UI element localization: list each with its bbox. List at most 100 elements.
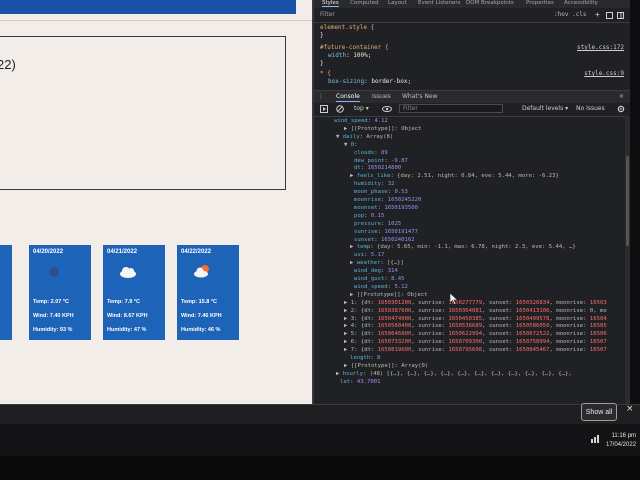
close-drawer-button[interactable]: × — [619, 93, 624, 100]
issues-counter[interactable]: No Issues — [576, 105, 605, 112]
tab-console[interactable]: Console — [336, 93, 360, 102]
console-scrollbar[interactable] — [625, 116, 630, 404]
console-line[interactable]: ▶ hourly: (48) [{…}, {…}, {…}, {…}, {…},… — [336, 371, 572, 378]
tab-properties[interactable]: Properties — [526, 0, 554, 6]
style-source-link-172[interactable]: style.css:172 — [577, 44, 624, 51]
styles-filter-input[interactable]: Filter — [320, 11, 335, 18]
console-line[interactable]: moonset: 1650193500 — [354, 205, 418, 212]
scrollbar-thumb[interactable] — [626, 156, 629, 246]
forecast-wind: Wind: 7.46 KPH — [181, 313, 222, 319]
console-line[interactable]: ▶ [[Prototype]]: Object — [344, 126, 421, 133]
network-icon[interactable] — [591, 433, 601, 443]
tab-whats-new[interactable]: What's New — [402, 93, 438, 100]
console-token: 1650474000 — [377, 315, 412, 322]
console-token: , sunrise: — [411, 339, 449, 346]
element-style-rule[interactable]: element.style { — [320, 24, 374, 31]
show-all-downloads-button[interactable]: Show all — [581, 403, 617, 421]
console-line[interactable]: ▼ daily: Array(8) — [336, 134, 393, 141]
console-line[interactable]: lat: 43.7001 — [340, 379, 380, 386]
forecast-humidity: Humidity: 47 % — [107, 327, 147, 333]
universal-selector[interactable]: * { — [320, 70, 331, 77]
close-download-shelf-button[interactable]: × — [626, 404, 634, 414]
tab-event-listeners[interactable]: Event Listeners — [418, 0, 461, 6]
console-line[interactable]: wind_gust: 8.45 — [354, 276, 405, 283]
tab-styles[interactable]: Styles — [322, 0, 339, 7]
console-line[interactable]: clouds: 89 — [354, 150, 388, 157]
console-line[interactable]: pressure: 1025 — [354, 221, 401, 228]
sun-cloud-icon — [194, 265, 209, 278]
tab-dom-breakpoints[interactable]: DOM Breakpoints — [466, 0, 514, 6]
console-output[interactable]: wind_speed: 4.12 ▶ [[Prototype]]: Object ▼… — [314, 116, 624, 404]
console-token: : — [364, 212, 371, 219]
new-rule-button[interactable]: + — [595, 10, 600, 19]
console-token: , sunset: — [482, 299, 516, 306]
drawer-menu-icon[interactable]: ⋮ — [318, 93, 324, 100]
console-line[interactable]: wind_deg: 314 — [354, 268, 398, 275]
console-line[interactable]: wind_speed: 5.12 — [354, 284, 408, 291]
sidebar-icon[interactable] — [320, 105, 328, 113]
tab-accessibility[interactable]: Accessibility — [564, 0, 598, 6]
element-state-icon[interactable] — [606, 12, 613, 19]
tab-issues[interactable]: Issues — [372, 93, 391, 100]
console-token: : {day: 5.65, min: -1.1, max: 6.78, nigh… — [370, 244, 576, 251]
console-token: , sunrise: — [411, 347, 449, 354]
console-line[interactable]: ▶ feels_like: {day: 2.51, night: 0.84, e… — [350, 173, 559, 180]
console-token: ▶ 2: {dt: — [344, 307, 378, 314]
console-token: ▶ 3: {dt: — [344, 315, 378, 322]
sidebar-toggle-icon[interactable] — [617, 12, 624, 19]
console-token: : {day: 2.51, night: 0.84, eve: 5.44, mo… — [390, 173, 559, 180]
console-token: 5.17 — [370, 252, 385, 259]
console-token: ▶ [[Prototype]]: Object — [344, 125, 422, 132]
console-token: : — [350, 378, 357, 385]
console-token: daily — [342, 133, 360, 140]
console-settings-gear-icon[interactable] — [617, 105, 625, 113]
console-line[interactable]: moon_phase: 0.53 — [354, 189, 408, 196]
console-line[interactable]: ▶ [[Prototype]]: Object — [350, 292, 427, 299]
console-line[interactable]: ▶ temp: {day: 5.65, min: -1.1, max: 6.78… — [350, 244, 576, 251]
console-line[interactable]: ▶ 7: {dt: 1650819600, sunrise: 165079560… — [344, 347, 607, 354]
tab-computed[interactable]: Computed — [350, 0, 379, 6]
tab-layout[interactable]: Layout — [388, 0, 407, 6]
console-line[interactable]: ▶ [[Prototype]]: Array(0) — [344, 363, 428, 370]
console-line[interactable]: uvi: 5.17 — [354, 252, 384, 259]
console-line[interactable]: moonrise: 1650245220 — [354, 197, 421, 204]
console-filter-input[interactable]: Filter — [399, 104, 503, 113]
console-line[interactable]: ▶ 2: {dt: 1650387600, sunrise: 165036408… — [344, 308, 607, 315]
console-line[interactable]: ▶ 1: {dt: 1650301200, sunrise: 165027777… — [344, 300, 607, 307]
console-line[interactable]: length: 8 — [350, 355, 380, 362]
live-expression-eye-icon[interactable] — [382, 106, 392, 112]
console-line[interactable]: dew_point: -9.87 — [354, 158, 408, 165]
console-line[interactable]: ▶ weather: [{…}] — [350, 260, 404, 267]
width-declaration[interactable]: width: 100%; — [328, 52, 371, 59]
console-line[interactable]: humidity: 32 — [354, 181, 394, 188]
console-token: 0.15 — [370, 212, 385, 219]
console-token: , sunrise: — [411, 323, 449, 330]
context-selector[interactable]: top ▾ — [354, 105, 369, 112]
console-token: wind_speed — [334, 118, 368, 124]
console-line[interactable]: ▼ 0: — [344, 142, 358, 149]
console-token: 1650240162 — [380, 236, 415, 243]
console-line[interactable]: ▶ 3: {dt: 1650474000, sunrise: 165045038… — [344, 316, 607, 323]
console-line[interactable]: pop: 0.15 — [354, 213, 384, 220]
clear-console-icon[interactable] — [336, 105, 344, 113]
hov-cls-toggle[interactable]: :hov .cls — [554, 11, 587, 18]
console-token: 16507 — [589, 347, 607, 354]
console-token: ▼ — [336, 133, 343, 140]
console-line[interactable]: sunset: 1650240162 — [354, 237, 415, 244]
page-header-bar — [0, 0, 296, 14]
box-sizing-declaration[interactable]: box-sizing: border-box; — [328, 78, 411, 85]
style-source-link-9[interactable]: style.css:9 — [584, 70, 624, 77]
log-levels-dropdown[interactable]: Default levels ▾ — [522, 105, 568, 112]
console-token: , moonrise: — [549, 339, 590, 346]
console-line[interactable]: sunrise: 1650191477 — [354, 229, 418, 236]
console-line[interactable]: dt: 1650214800 — [354, 165, 401, 172]
devtools-tab-strip: Styles Computed Layout Event Listeners D… — [314, 0, 630, 8]
console-line[interactable]: ▶ 5: {dt: 1650646800, sunrise: 165062299… — [344, 331, 607, 338]
forecast-wind: Wind: 8.67 KPH — [107, 313, 148, 319]
console-line[interactable]: wind_speed: 4.12 — [334, 118, 388, 125]
css-value: 100%; — [353, 52, 372, 59]
console-line[interactable]: ▶ 6: {dt: 1650733200, sunrise: 165070930… — [344, 339, 607, 346]
future-container-selector[interactable]: #future-container { — [320, 44, 389, 51]
taskbar-clock[interactable]: 11:16 pm 17/04/2022 — [606, 432, 636, 450]
console-line[interactable]: ▶ 4: {dt: 1650560400, sunrise: 165053668… — [344, 323, 607, 330]
